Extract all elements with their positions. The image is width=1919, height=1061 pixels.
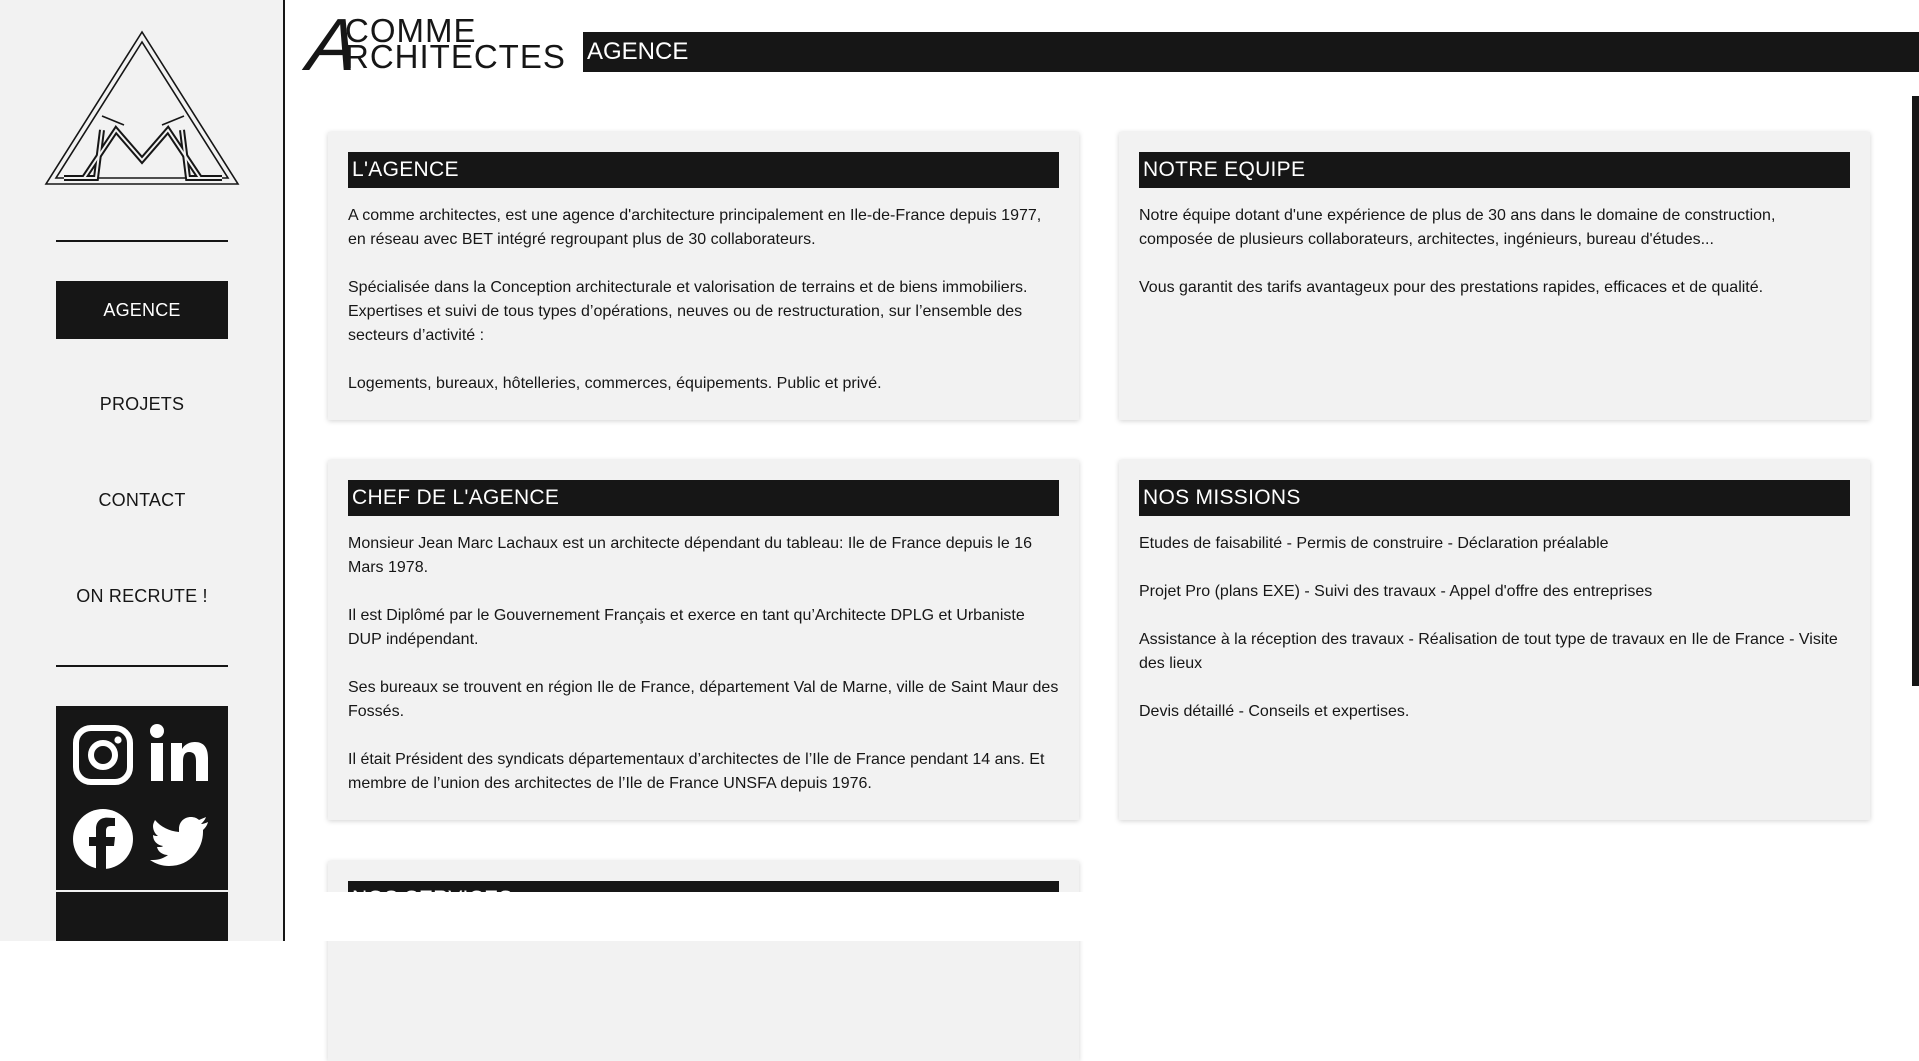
paragraph: Il est Diplômé par le Gouvernement Franç… — [348, 607, 1025, 648]
paragraph: Vous garantit des tarifs avantageux pour… — [1139, 279, 1764, 296]
paragraph: A comme architectes, est une agence d'ar… — [348, 207, 1042, 248]
paragraph: Devis détaillé - Conseils et expertises. — [1139, 703, 1410, 720]
card-chef: CHEF DE L'AGENCE Monsieur Jean Marc Lach… — [328, 460, 1079, 820]
nav-item-contact[interactable]: CONTACT — [56, 471, 228, 529]
card-body: A comme architectes, est une agence d'ar… — [348, 204, 1061, 396]
sidebar: AGENCE PROJETS CONTACT ON RECRUTE ! — [0, 0, 285, 941]
nav-divider-bottom — [56, 665, 228, 667]
paragraph: Etudes de faisabilité - Permis de constr… — [1139, 535, 1609, 552]
social-links — [56, 706, 228, 890]
nav-divider-top — [56, 240, 228, 242]
card-equipe: NOTRE EQUIPE Notre équipe dotant d'une e… — [1119, 132, 1870, 420]
paragraph: Il était Président des syndicats départe… — [348, 751, 1045, 792]
scrollbar[interactable] — [1912, 96, 1919, 686]
page-title: AGENCE — [583, 32, 1919, 72]
card-body: Notre équipe dotant d'une expérience de … — [1139, 204, 1852, 300]
twitter-icon[interactable] — [148, 810, 210, 872]
card-agence: L'AGENCE A comme architectes, est une ag… — [328, 132, 1079, 420]
instagram-icon[interactable] — [72, 724, 134, 786]
paragraph: Projet Pro (plans EXE) - Suivi des trava… — [1139, 583, 1653, 600]
card-missions: NOS MISSIONS Etudes de faisabilité - Per… — [1119, 460, 1870, 820]
card-body: Etudes de faisabilité - Permis de constr… — [1139, 532, 1852, 724]
paragraph: Logements, bureaux, hôtelleries, commerc… — [348, 375, 882, 392]
social-extra-block — [56, 892, 228, 941]
nav-item-on-recrute[interactable]: ON RECRUTE ! — [56, 567, 228, 625]
nav-item-projets[interactable]: PROJETS — [56, 375, 228, 433]
facebook-icon[interactable] — [72, 808, 134, 870]
card-body: Monsieur Jean Marc Lachaux est un archit… — [348, 532, 1061, 796]
card-title: NOS MISSIONS — [1139, 480, 1850, 516]
paragraph: Monsieur Jean Marc Lachaux est un archit… — [348, 535, 1032, 576]
paragraph: Notre équipe dotant d'une expérience de … — [1139, 207, 1776, 248]
card-services: NOS SERVICES — [328, 861, 1079, 1061]
linkedin-icon[interactable] — [148, 722, 210, 784]
card-title: CHEF DE L'AGENCE — [348, 480, 1059, 516]
card-title: L'AGENCE — [348, 152, 1059, 188]
jml-logo[interactable] — [44, 30, 240, 190]
card-title: NOTRE EQUIPE — [1139, 152, 1850, 188]
paragraph: Spécialisée dans la Conception architect… — [348, 279, 1028, 344]
nav-item-agence[interactable]: AGENCE — [56, 281, 228, 339]
paragraph: Assistance à la réception des travaux - … — [1139, 631, 1838, 672]
brand-line2: RCHITECTES — [345, 38, 566, 75]
brand-logo[interactable]: A COMME RCHITECTES — [304, 3, 565, 86]
paragraph: Ses bureaux se trouvent en région Ile de… — [348, 679, 1059, 720]
viewport-bottom-mask — [286, 892, 1919, 941]
